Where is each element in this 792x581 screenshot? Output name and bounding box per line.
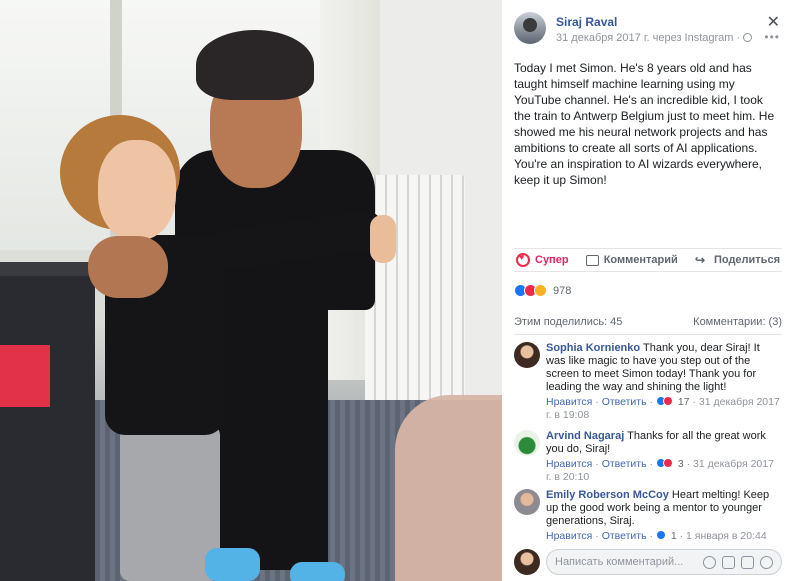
comment-reaction-count[interactable]: 17 xyxy=(678,396,690,408)
comment-reply-link[interactable]: Ответить xyxy=(602,530,647,542)
separator: · xyxy=(692,396,696,408)
commenter-name[interactable]: Emily Roberson McCoy xyxy=(546,489,669,501)
close-icon[interactable]: ✕ xyxy=(767,12,780,32)
radiator xyxy=(365,175,465,415)
kid-face xyxy=(98,140,176,240)
post-timestamp[interactable]: 31 декабря 2017 г. через Instagram · xyxy=(556,32,740,44)
sticker-icon[interactable] xyxy=(760,555,773,569)
shares-count-link[interactable]: Этим поделились: 45 xyxy=(514,316,622,328)
separator: · xyxy=(649,458,654,470)
comment-label: Комментарий xyxy=(603,254,678,266)
post-text: Today I met Simon. He's 8 years old and … xyxy=(514,61,775,187)
share-button[interactable]: ↪ Поделиться xyxy=(695,254,780,266)
comment-body: Arvind Nagaraj Thanks for all the great … xyxy=(546,430,780,484)
comment-meta: Нравится · Ответить · 17 · 31 декабря 20… xyxy=(546,396,780,422)
comment-time[interactable]: 1 января в 20:44 xyxy=(686,530,767,542)
kid-shoe-right xyxy=(290,562,345,581)
comment-reaction-count[interactable]: 3 xyxy=(678,458,684,470)
kid-shoe-left xyxy=(205,548,260,581)
reaction-summary[interactable]: 978 xyxy=(514,284,571,297)
commenter-avatar[interactable] xyxy=(514,430,540,456)
reaction-count: 978 xyxy=(553,284,572,297)
comment-icon xyxy=(585,254,599,266)
comment-body: Emily Roberson McCoy Heart melting! Keep… xyxy=(546,489,780,543)
share-label: Поделиться xyxy=(713,254,780,266)
love-reaction-icon xyxy=(662,396,673,406)
comment-like-link[interactable]: Нравится xyxy=(546,396,592,408)
composer-icons xyxy=(703,555,773,569)
counts-row: Этим поделились: 45 Комментарии: (3) xyxy=(514,316,782,328)
red-book xyxy=(0,345,50,407)
comment-input-box[interactable] xyxy=(546,549,782,575)
comments-count-link[interactable]: Комментарии: (3) xyxy=(693,316,782,328)
like-reaction-icon xyxy=(655,530,666,540)
post-photo[interactable] xyxy=(0,0,502,581)
emoji-icon[interactable] xyxy=(703,555,716,569)
commenter-name[interactable]: Sophia Kornienko xyxy=(546,342,640,354)
separator: · xyxy=(649,396,654,408)
divider xyxy=(514,334,782,335)
author-avatar[interactable] xyxy=(514,12,546,44)
separator: · xyxy=(649,530,654,542)
comment-input[interactable] xyxy=(555,556,695,568)
author-name-link[interactable]: Siraj Raval xyxy=(556,15,617,29)
gif-icon[interactable] xyxy=(741,555,754,569)
kid-hand xyxy=(370,215,396,263)
post-meta: 31 декабря 2017 г. через Instagram · xyxy=(556,32,753,44)
comment-like-link[interactable]: Нравится xyxy=(546,458,592,470)
separator: · xyxy=(595,396,599,408)
separator: · xyxy=(686,458,691,470)
love-reaction-icon xyxy=(662,458,673,468)
share-icon: ↪ xyxy=(694,253,706,267)
current-user-avatar xyxy=(514,549,540,575)
commenter-name[interactable]: Arvind Nagaraj xyxy=(546,430,624,442)
commenter-avatar[interactable] xyxy=(514,342,540,368)
desk-top xyxy=(0,262,98,276)
comment-meta: Нравится · Ответить · 3 · 31 декабря 201… xyxy=(546,458,780,484)
comment-like-link[interactable]: Нравится xyxy=(546,530,592,542)
separator: · xyxy=(595,458,599,470)
separator: · xyxy=(679,530,684,542)
comment-meta: Нравится · Ответить · 1 · 1 января в 20:… xyxy=(546,530,780,543)
separator: · xyxy=(595,530,599,542)
comment-composer xyxy=(514,548,782,576)
man-legs xyxy=(218,300,328,570)
post-header: Siraj Raval 31 декабря 2017 г. через Ins… xyxy=(514,12,782,48)
comment-reply-link[interactable]: Ответить xyxy=(602,458,647,470)
desk xyxy=(0,262,95,581)
man-hair xyxy=(196,30,314,100)
camera-icon[interactable] xyxy=(722,555,735,569)
like-button[interactable]: Супер xyxy=(516,252,569,267)
commenter-avatar[interactable] xyxy=(514,489,540,515)
foreground-hand xyxy=(395,395,502,581)
globe-icon xyxy=(743,33,753,42)
action-bar: Супер Комментарий ↪ Поделиться xyxy=(514,248,782,272)
more-options-icon[interactable]: ••• xyxy=(764,30,780,44)
wow-reaction-icon xyxy=(534,284,547,297)
post-side-panel: Siraj Raval 31 декабря 2017 г. через Ins… xyxy=(502,0,792,581)
love-reaction-icon xyxy=(516,252,530,267)
comment-button[interactable]: Комментарий xyxy=(585,254,678,266)
comment-body: Sophia Kornienko Thank you, dear Siraj! … xyxy=(546,342,780,422)
comment-reaction-count[interactable]: 1 xyxy=(671,530,677,542)
comment-reply-link[interactable]: Ответить xyxy=(602,396,647,408)
like-label: Супер xyxy=(535,254,569,266)
man-hand xyxy=(88,236,168,298)
